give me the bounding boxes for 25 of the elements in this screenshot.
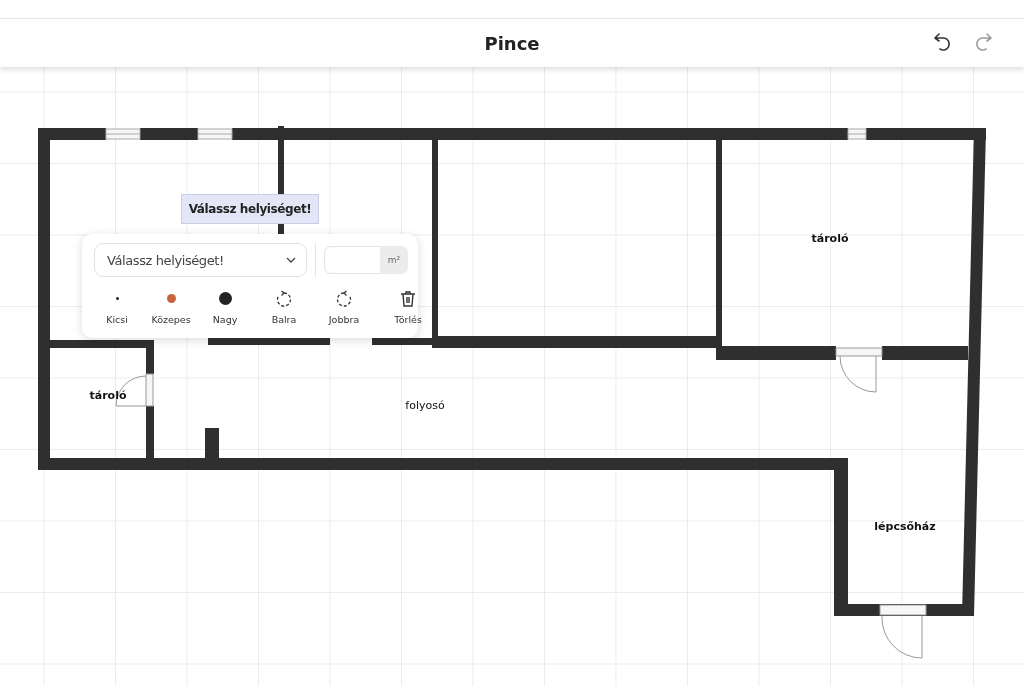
area-field[interactable] bbox=[324, 246, 380, 274]
unit-label: m² bbox=[380, 246, 408, 274]
delete-button[interactable]: Törlés bbox=[380, 289, 436, 325]
room-label: lépcsőház bbox=[874, 520, 936, 533]
room-select[interactable]: Válassz helyiséget! bbox=[94, 243, 307, 277]
page-title: Pince bbox=[484, 32, 540, 54]
room-label: tároló bbox=[89, 389, 127, 402]
size-option[interactable]: Kicsi bbox=[94, 289, 140, 325]
wall bbox=[140, 128, 198, 140]
tooltip: Válassz helyiséget! bbox=[181, 194, 319, 224]
rotate-left-button[interactable]: Balra bbox=[256, 289, 312, 325]
rotate-right-icon bbox=[335, 289, 353, 308]
room-label: folyosó bbox=[405, 399, 445, 412]
trash-icon bbox=[399, 289, 417, 308]
rotate-left-icon bbox=[275, 289, 293, 308]
size-option[interactable]: Közepes bbox=[148, 289, 194, 325]
window-symbol bbox=[105, 128, 141, 140]
room-label: tároló bbox=[811, 232, 849, 245]
size-option[interactable]: Nagy bbox=[202, 289, 248, 325]
chevron-down-icon bbox=[286, 257, 296, 263]
rotate-right-button[interactable]: Jobbra bbox=[316, 289, 372, 325]
door-symbol bbox=[879, 604, 927, 659]
window-symbol bbox=[847, 128, 867, 140]
window-symbol bbox=[197, 128, 233, 140]
door-symbol bbox=[835, 347, 883, 393]
